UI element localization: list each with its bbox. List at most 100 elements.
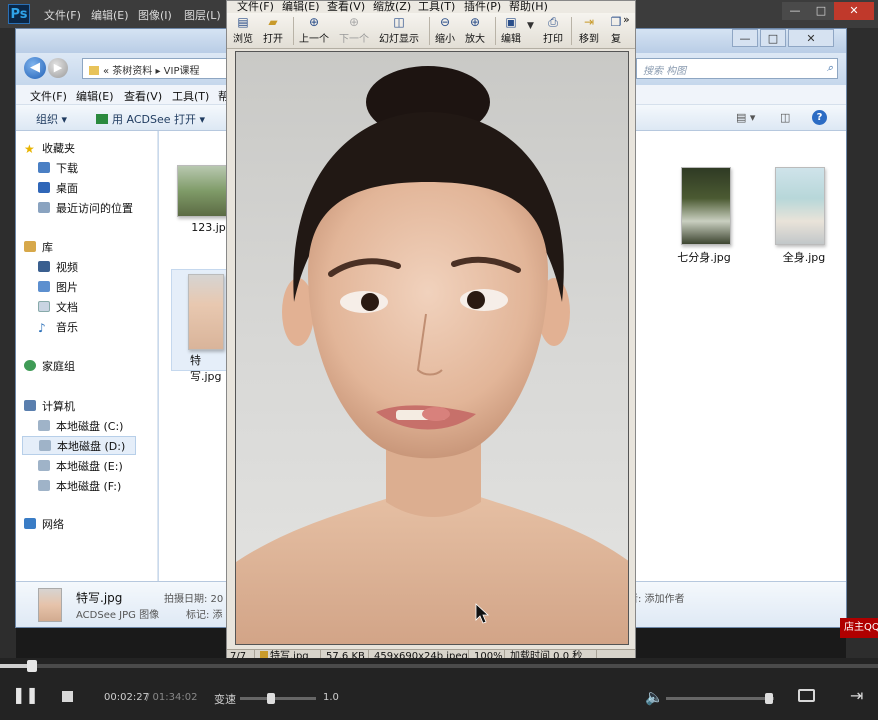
back-arrow-icon[interactable]: ◀ [24, 57, 46, 79]
acd-menu-view[interactable]: 查看(V) [327, 1, 365, 13]
help-icon[interactable]: ? [812, 110, 827, 125]
slideshow-button[interactable]: ◫ 幻灯显示 [379, 15, 419, 45]
exit-icon[interactable]: ⇥ [850, 686, 863, 705]
nav-videos[interactable]: 视频 [38, 258, 78, 277]
search-icon[interactable]: ⌕ [827, 61, 833, 75]
details-thumbnail [38, 588, 62, 622]
ex-menu-tools[interactable]: 工具(T) [172, 88, 209, 104]
toolbar-separator [571, 17, 572, 45]
nav-drive-c[interactable]: 本地磁盘 (C:) [38, 417, 123, 436]
acd-menu-edit[interactable]: 编辑(E) [282, 1, 320, 13]
zoom-out-button[interactable]: ⊖ 缩小 [435, 15, 455, 45]
previous-label: 上一个 [299, 34, 329, 45]
next-button[interactable]: ⊕ 下一个 [339, 15, 369, 45]
nav-library[interactable]: 库 [24, 238, 53, 257]
fullscreen-icon[interactable] [798, 689, 815, 702]
edit-label: 编辑 [501, 34, 521, 45]
nav-music[interactable]: ♪ 音乐 [38, 318, 78, 337]
file-name: 七分身.jpg [677, 251, 731, 264]
open-with-button[interactable]: 用 ACDSee 打开 ▾ [96, 111, 205, 127]
ps-close-button[interactable]: ✕ [834, 2, 874, 20]
stop-icon[interactable] [62, 691, 73, 702]
nav-drive-d[interactable]: 本地磁盘 (D:) [22, 436, 136, 455]
pause-icon[interactable]: ❚❚ [12, 686, 39, 704]
copy-icon: ❐ [610, 15, 622, 29]
shop-tag: 店主QQ [840, 618, 878, 638]
file-item-closeup[interactable]: 特写.jpg [171, 269, 231, 383]
ps-maximize-button[interactable]: □ [808, 2, 834, 20]
toolbar-overflow-icon[interactable]: » [623, 13, 630, 26]
nav-drive-c-label: 本地磁盘 (C:) [56, 420, 124, 433]
view-options-icon[interactable]: ▤ ▾ [736, 111, 755, 124]
nav-computer[interactable]: 计算机 [24, 397, 75, 416]
ps-menu-image[interactable]: 图像(I) [138, 7, 172, 23]
print-button[interactable]: ⎙ 打印 [543, 15, 563, 45]
copy-button[interactable]: ❐ 复 [609, 15, 623, 45]
nav-downloads[interactable]: 下载 [38, 159, 78, 178]
speed-slider[interactable] [240, 697, 316, 700]
edit-icon: ▣ [505, 15, 517, 29]
print-label: 打印 [543, 34, 563, 45]
nav-desktop[interactable]: 桌面 [38, 179, 78, 198]
ps-menu-edit[interactable]: 编辑(E) [91, 7, 129, 23]
preview-pane-icon[interactable]: ◫ [780, 111, 790, 124]
speed-handle[interactable] [266, 693, 275, 704]
progress-track[interactable] [0, 664, 878, 668]
edit-dropdown-icon[interactable]: ▼ [527, 21, 534, 31]
volume-slider[interactable] [666, 697, 774, 700]
ex-menu-edit[interactable]: 编辑(E) [76, 88, 114, 104]
organize-button[interactable]: 组织 ▾ [36, 111, 67, 127]
ex-menu-file[interactable]: 文件(F) [30, 88, 67, 104]
nav-computer-label: 计算机 [42, 400, 75, 413]
open-button[interactable]: ▰ 打开 [263, 15, 283, 45]
acd-menu-help[interactable]: 帮助(H) [509, 1, 548, 13]
file-item-three-quarter[interactable]: 七分身.jpg [659, 167, 749, 265]
ps-minimize-button[interactable]: — [782, 2, 808, 20]
nav-network-label: 网络 [42, 518, 64, 531]
slideshow-label: 幻灯显示 [379, 34, 419, 45]
nav-homegroup[interactable]: 家庭组 [24, 357, 75, 376]
nav-favorites[interactable]: ★ 收藏夹 [24, 139, 75, 158]
nav-documents-label: 文档 [56, 301, 78, 314]
acdsee-menubar: 文件(F) 编辑(E) 查看(V) 缩放(Z) 工具(T) 插件(P) 帮助(H… [227, 1, 635, 13]
explorer-minimize-button[interactable]: — [732, 29, 758, 47]
drive-icon [38, 480, 50, 491]
browse-button[interactable]: ▤ 浏览 [233, 15, 253, 45]
volume-icon[interactable]: 🔈 [645, 688, 664, 706]
music-icon: ♪ [38, 321, 46, 335]
nav-documents[interactable]: 文档 [38, 298, 78, 317]
ps-menu-layer[interactable]: 图层(L) [184, 7, 221, 23]
photo-canvas[interactable] [235, 51, 629, 645]
zoom-in-button[interactable]: ⊕ 放大 [465, 15, 485, 45]
ex-menu-view[interactable]: 查看(V) [124, 88, 162, 104]
file-item-full-body[interactable]: 全身.jpg [759, 167, 849, 265]
nav-downloads-label: 下载 [56, 162, 78, 175]
explorer-close-button[interactable]: ✕ [788, 29, 834, 47]
ps-tools-panel [0, 28, 16, 658]
previous-button[interactable]: ⊕ 上一个 [299, 15, 329, 45]
move-icon: ⇥ [583, 15, 595, 29]
nav-drive-d-label: 本地磁盘 (D:) [57, 440, 126, 453]
search-input[interactable]: 搜索 构图 ⌕ [636, 58, 838, 79]
navigation-pane: ★ 收藏夹 下载 桌面 最近访问的位置 库 视频 图片 文档 ♪ 音乐 家庭组 计算… [16, 131, 158, 581]
homegroup-icon [24, 360, 36, 371]
nav-drive-f[interactable]: 本地磁盘 (F:) [38, 477, 121, 496]
acd-menu-plugins[interactable]: 插件(P) [464, 1, 501, 13]
network-icon [24, 518, 36, 529]
progress-handle[interactable] [26, 660, 37, 672]
acd-menu-zoom[interactable]: 缩放(Z) [373, 1, 411, 13]
acd-menu-file[interactable]: 文件(F) [237, 1, 274, 13]
nav-pictures-label: 图片 [56, 281, 78, 294]
edit-button[interactable]: ▣ 编辑 [501, 15, 521, 45]
nav-pictures[interactable]: 图片 [38, 278, 78, 297]
acdsee-viewer-window: 文件(F) 编辑(E) 查看(V) 缩放(Z) 工具(T) 插件(P) 帮助(H… [226, 0, 636, 663]
forward-arrow-icon[interactable]: ▶ [48, 58, 68, 78]
ps-menu-file[interactable]: 文件(F) [44, 7, 81, 23]
nav-drive-e[interactable]: 本地磁盘 (E:) [38, 457, 123, 476]
explorer-maximize-button[interactable]: □ [760, 29, 786, 47]
nav-network[interactable]: 网络 [24, 515, 64, 534]
nav-recent[interactable]: 最近访问的位置 [38, 199, 133, 218]
move-to-button[interactable]: ⇥ 移到 [579, 15, 599, 45]
volume-handle[interactable] [764, 693, 773, 704]
acd-menu-tools[interactable]: 工具(T) [418, 1, 455, 13]
